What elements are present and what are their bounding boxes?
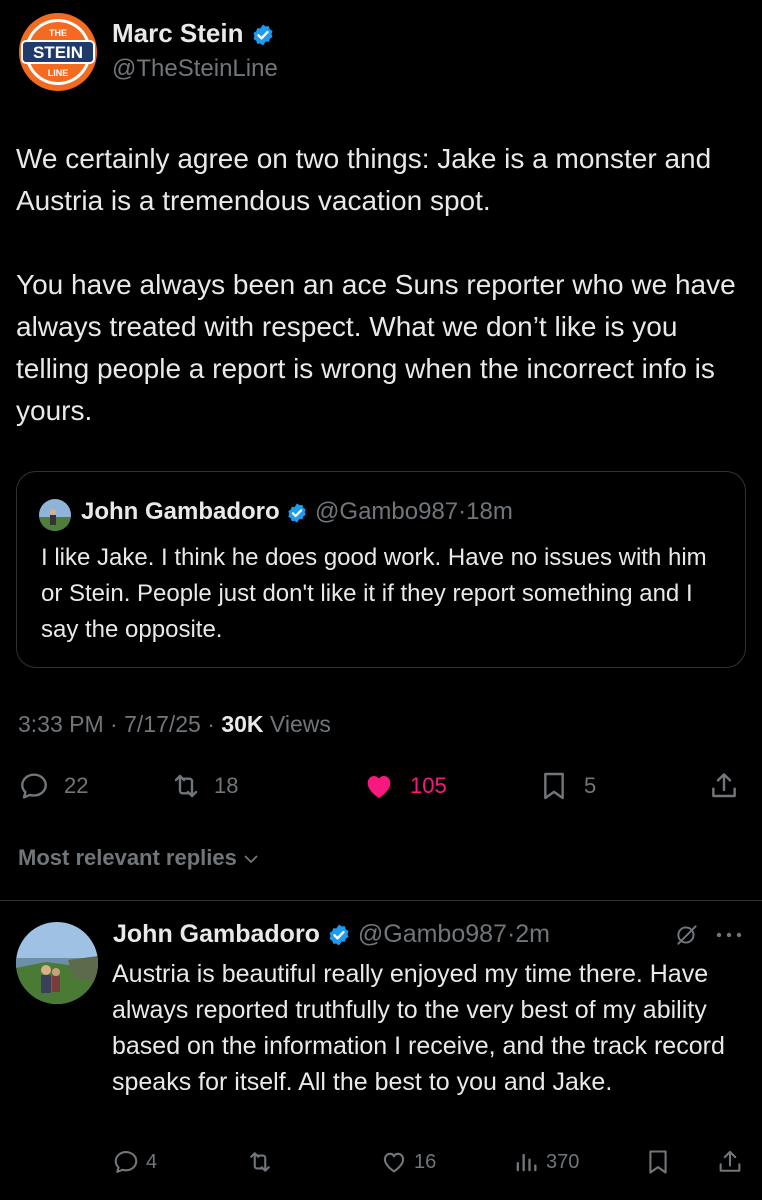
- reply-icon: [21, 773, 47, 799]
- tweet-date[interactable]: 7/17/25: [124, 711, 201, 737]
- reply-author-name[interactable]: John Gambadoro: [113, 920, 320, 948]
- reply-timestamp[interactable]: 2m: [515, 920, 550, 948]
- share-icon: [712, 773, 736, 798]
- quote-author-name: John Gambadoro: [81, 498, 280, 525]
- stein-line-logo-icon: STEIN THE LINE: [19, 13, 97, 91]
- tweet-meta: 3:33 PM · 7/17/25 · 30K Views: [18, 711, 331, 738]
- tweet-time[interactable]: 3:33 PM: [18, 711, 104, 737]
- like-count: 105: [410, 773, 447, 798]
- share-button[interactable]: [708, 770, 740, 802]
- verified-badge-icon: [253, 24, 273, 46]
- author-handle[interactable]: @TheSteinLine: [112, 55, 278, 83]
- reply-reply-button[interactable]: 4: [112, 1148, 157, 1176]
- verified-badge-icon: [329, 924, 349, 946]
- tweet-text: We certainly agree on two things: Jake i…: [16, 138, 751, 474]
- author-avatar[interactable]: STEIN THE LINE: [18, 12, 98, 92]
- repost-count: 18: [214, 773, 239, 798]
- reply-like-button[interactable]: 16: [380, 1148, 436, 1176]
- like-count: 16: [414, 1150, 437, 1173]
- reply-bookmark-button[interactable]: [646, 1148, 670, 1176]
- reply-share-button[interactable]: [716, 1148, 744, 1176]
- like-button[interactable]: 105: [362, 770, 447, 802]
- quote-author-handle: @Gambo987: [315, 498, 459, 525]
- replies-sort-dropdown[interactable]: Most relevant replies: [18, 845, 259, 871]
- reply-repost-button[interactable]: [246, 1148, 280, 1176]
- separator: ·: [207, 711, 215, 737]
- more-options-button[interactable]: [714, 928, 744, 947]
- reply-author-handle[interactable]: @Gambo987: [358, 920, 507, 948]
- reply-author-avatar[interactable]: [16, 922, 98, 1004]
- quote-timestamp: 18m: [466, 498, 513, 525]
- views-count: 30K: [221, 711, 264, 737]
- heart-icon: [383, 1152, 405, 1173]
- quoted-tweet-card[interactable]: John Gambadoro @Gambo987·18m I like Jake…: [16, 471, 746, 668]
- profile-photo-icon: [16, 922, 98, 1004]
- svg-text:STEIN: STEIN: [33, 43, 83, 62]
- author-name-text[interactable]: Marc Stein: [112, 18, 244, 48]
- replies-sort-label: Most relevant replies: [18, 845, 237, 870]
- quote-header: John Gambadoro @Gambo987·18m: [81, 498, 513, 526]
- author-name[interactable]: Marc Stein: [112, 18, 275, 49]
- bookmark-count: 5: [584, 773, 597, 798]
- divider: [0, 900, 762, 901]
- reply-views-button[interactable]: 370: [512, 1148, 579, 1176]
- profile-photo-icon: [39, 499, 71, 531]
- tweet-paragraph: You have always been an ace Suns reporte…: [16, 269, 736, 426]
- bookmark-button[interactable]: 5: [540, 770, 596, 802]
- repost-icon: [250, 1152, 270, 1172]
- analytics-icon: [516, 1153, 537, 1172]
- grok-icon: [677, 925, 697, 945]
- views-label: Views: [269, 711, 331, 737]
- svg-text:THE: THE: [49, 28, 67, 38]
- grok-button[interactable]: [674, 922, 700, 953]
- separator: ·: [110, 711, 118, 737]
- reply-count: 22: [64, 773, 89, 798]
- repost-icon: [174, 774, 198, 798]
- bookmark-icon: [649, 1150, 667, 1174]
- reply-button[interactable]: 22: [18, 770, 88, 802]
- share-icon: [719, 1150, 741, 1172]
- tweet-paragraph: We certainly agree on two things: Jake i…: [16, 143, 712, 216]
- heart-filled-icon: [367, 776, 391, 798]
- separator: ·: [458, 498, 467, 525]
- repost-button[interactable]: 18: [170, 770, 238, 802]
- reply-header: John Gambadoro @Gambo987·2m: [113, 920, 550, 949]
- quote-text: I like Jake. I think he does good work. …: [41, 544, 707, 643]
- svg-text:LINE: LINE: [48, 68, 69, 78]
- views-count: 370: [546, 1150, 580, 1173]
- bookmark-icon: [544, 772, 564, 800]
- reply-count: 4: [146, 1150, 158, 1173]
- reply-text: Austria is beautiful really enjoyed my t…: [112, 960, 725, 1096]
- chevron-down-icon: [244, 855, 258, 864]
- verified-badge-icon: [288, 503, 307, 523]
- quote-author-avatar: [39, 499, 71, 531]
- more-horizontal-icon: [716, 932, 742, 938]
- reply-icon: [114, 1151, 138, 1173]
